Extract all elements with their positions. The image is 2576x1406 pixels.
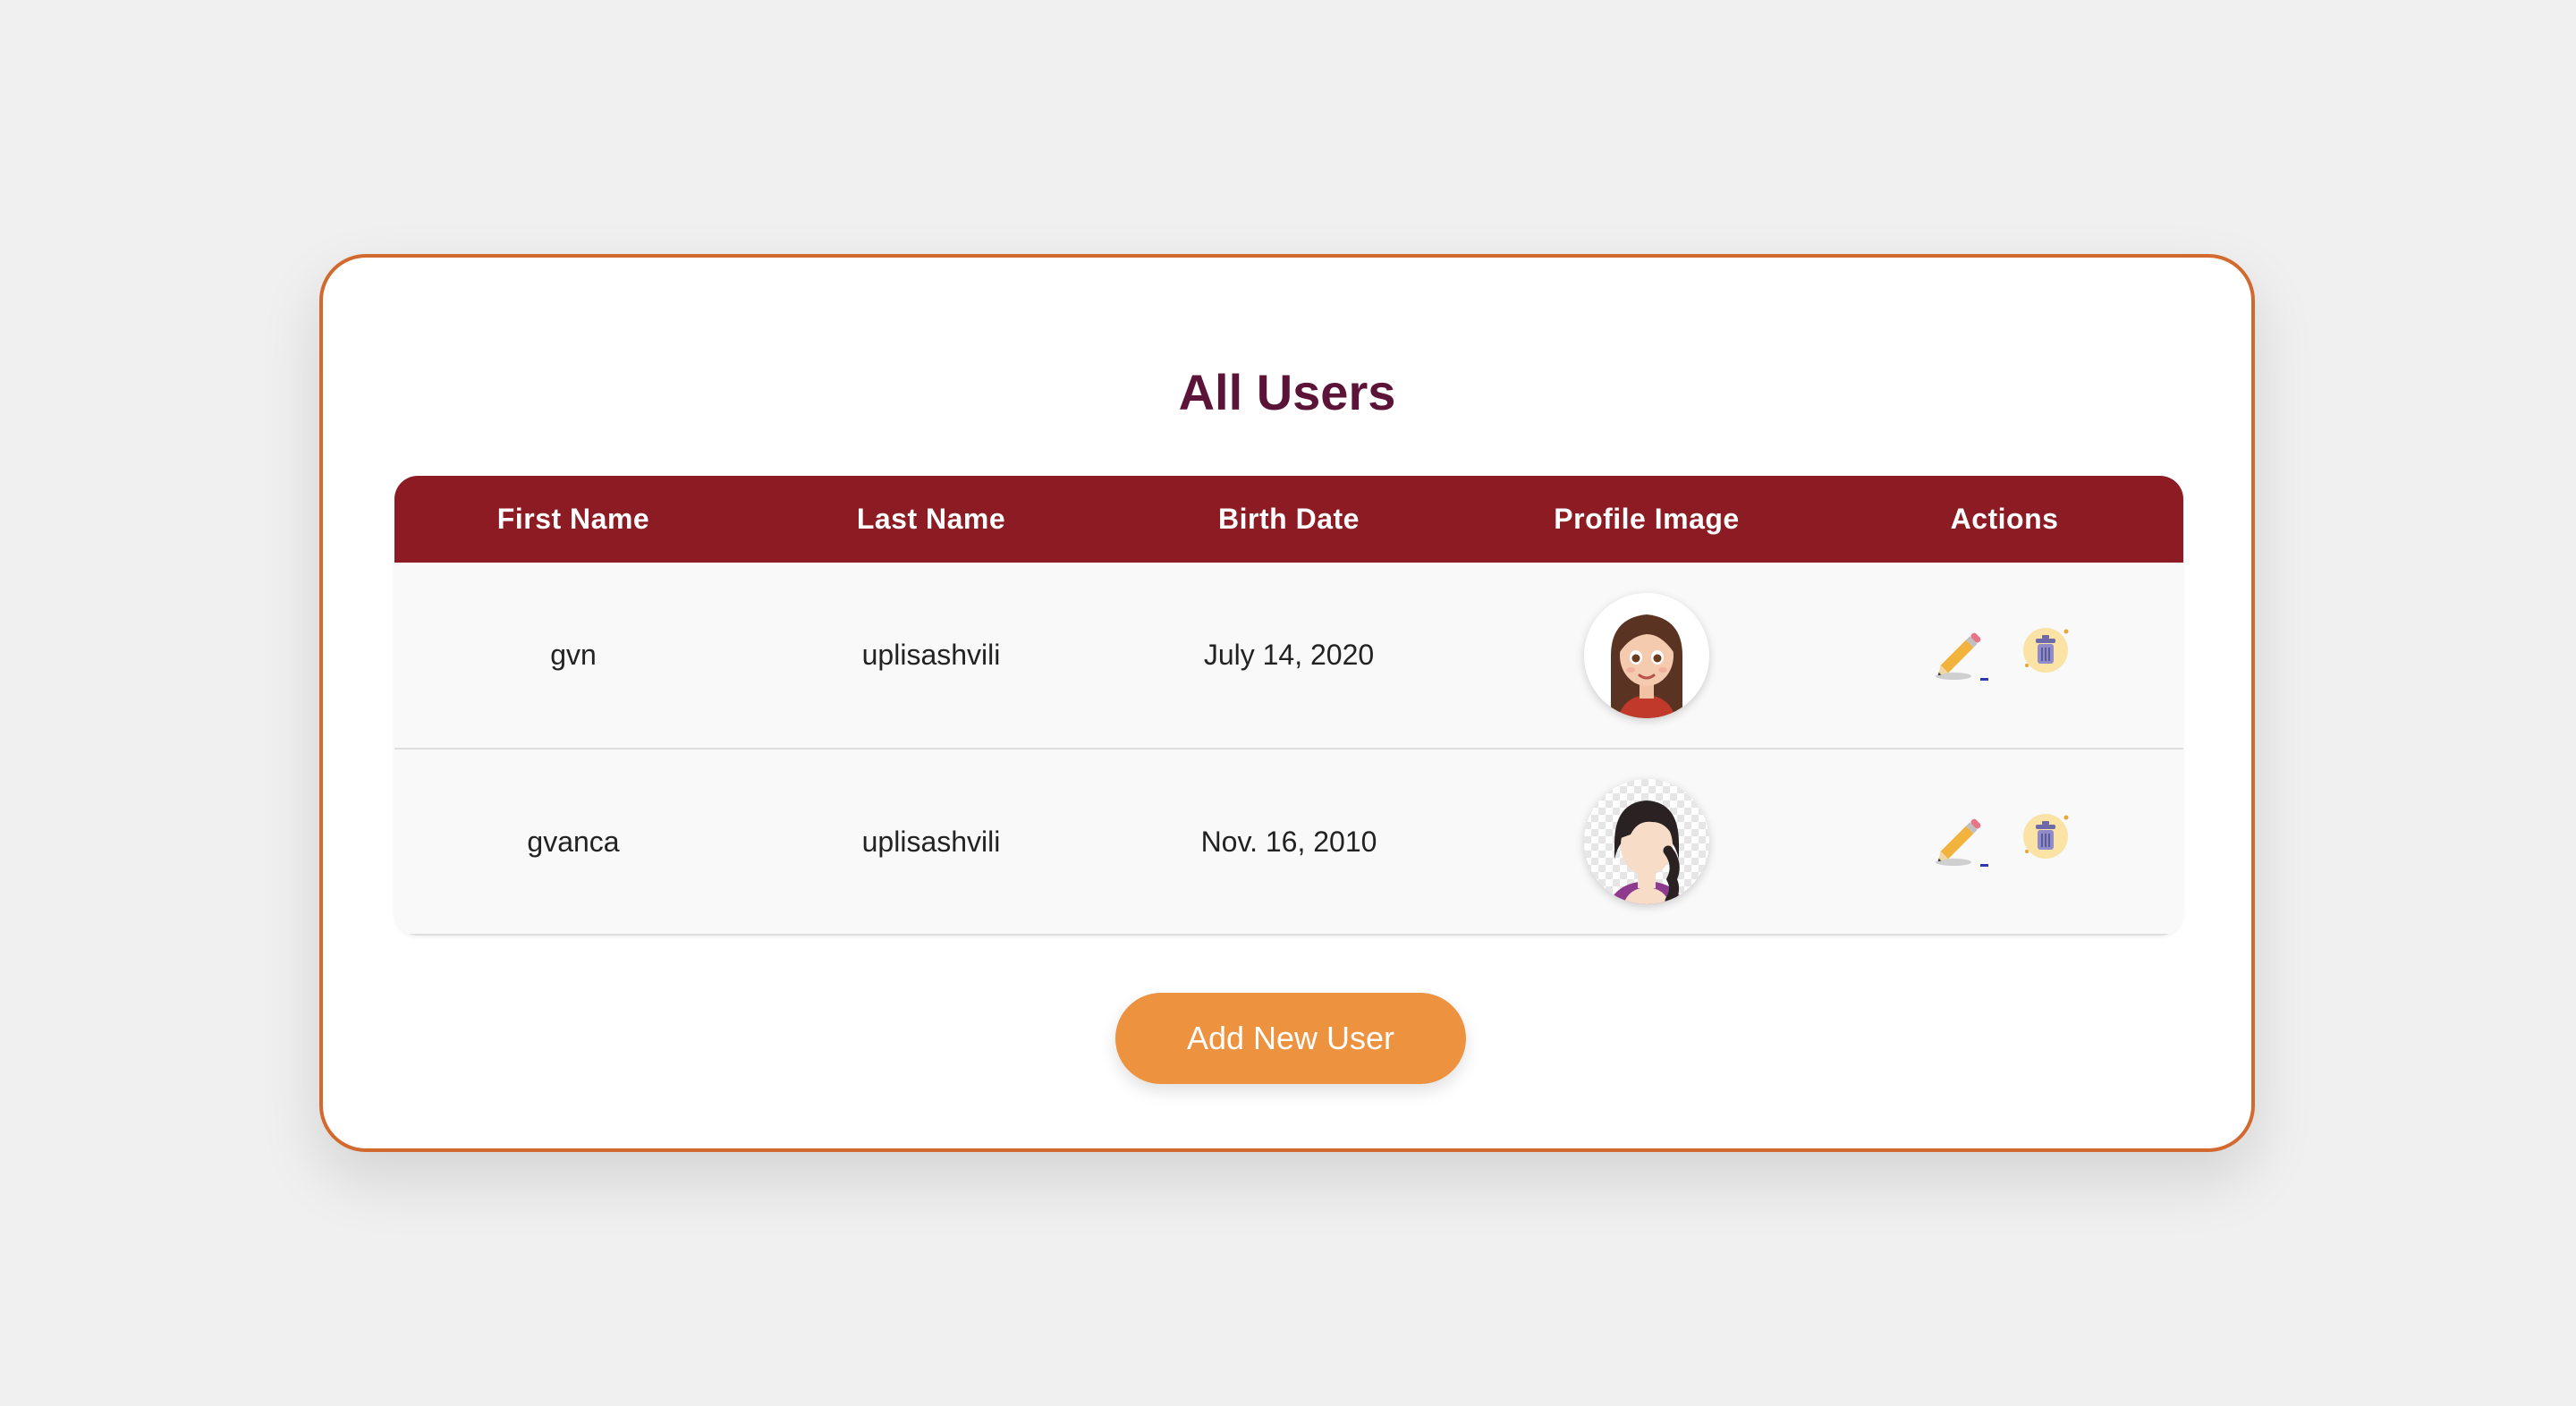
trash-icon[interactable] xyxy=(2016,621,2079,683)
pencil-icon[interactable] xyxy=(1930,807,1993,869)
profile-image-cell xyxy=(1468,563,1826,749)
users-table: First Name Last Name Birth Date Profile … xyxy=(394,476,2183,936)
last-name-cell: uplisashvili xyxy=(861,825,1001,858)
header-profile-image: Profile Image xyxy=(1554,503,1740,535)
header-actions: Actions xyxy=(1950,503,2059,535)
last-name-cell: uplisashvili xyxy=(861,639,1001,671)
first-name-cell: gvn xyxy=(550,639,597,671)
add-new-user-button[interactable]: Add New User xyxy=(1115,993,1466,1084)
trash-icon[interactable] xyxy=(2016,807,2079,869)
birth-date-cell: Nov. 16, 2010 xyxy=(1200,825,1377,858)
header-last-name: Last Name xyxy=(856,503,1006,535)
default-female-avatar xyxy=(1584,779,1709,904)
header-birth-date: Birth Date xyxy=(1218,503,1360,535)
cartoon-girl-avatar xyxy=(1584,592,1709,718)
users-card: All Users First Name Last Name Birth Dat… xyxy=(319,254,2255,1152)
table-row: gvn uplisashvili July 14, 2020 xyxy=(394,563,2183,749)
first-name-cell: gvanca xyxy=(527,825,620,858)
birth-date-cell: July 14, 2020 xyxy=(1203,639,1375,671)
table-header-row: First Name Last Name Birth Date Profile … xyxy=(394,476,2183,563)
actions-cell xyxy=(1826,563,2183,749)
table-row: gvanca uplisashvili Nov. 16, 2010 xyxy=(394,749,2183,935)
pencil-icon[interactable] xyxy=(1930,621,1993,683)
header-first-name: First Name xyxy=(496,503,650,535)
profile-image-cell xyxy=(1468,749,1826,935)
page-title: All Users xyxy=(1178,364,1396,420)
actions-cell xyxy=(1826,749,2183,935)
